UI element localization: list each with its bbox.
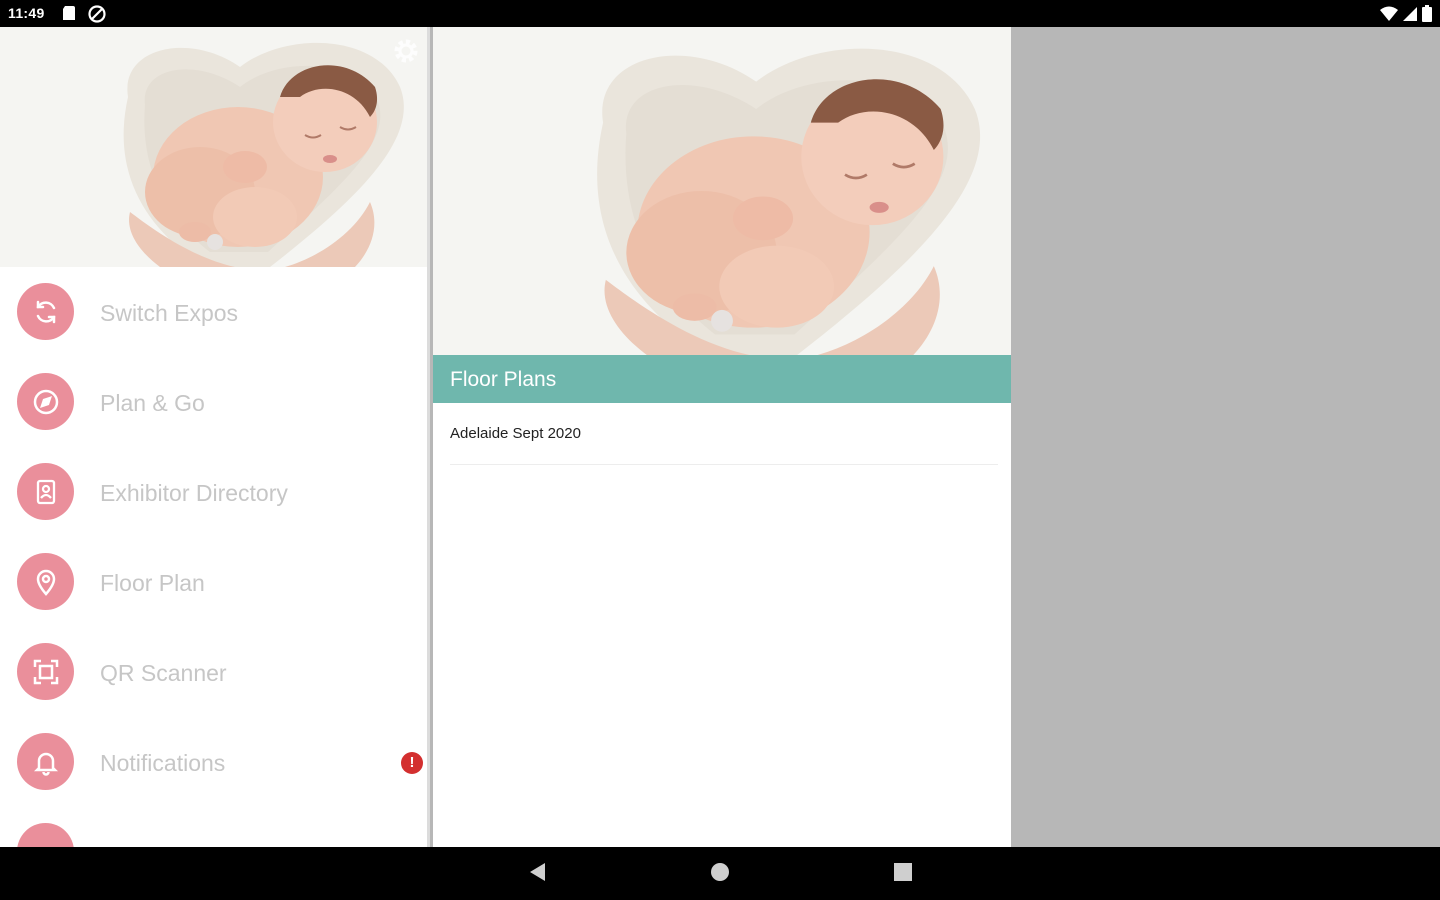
floor-plans-panel: Floor Plans Adelaide Sept 2020 [433, 27, 1011, 847]
menu-item-exhibitor-directory[interactable]: Exhibitor Directory [0, 447, 427, 537]
floor-plan-row[interactable]: Adelaide Sept 2020 [433, 403, 1011, 465]
bell-icon [17, 733, 74, 790]
contact-book-icon [17, 463, 74, 520]
home-circle-icon[interactable] [709, 861, 731, 888]
menu-item-floor-plan[interactable]: Floor Plan [0, 537, 427, 627]
menu-label: Exhibitor Directory [100, 480, 288, 506]
gear-icon[interactable] [392, 37, 420, 70]
status-right-icons [1380, 5, 1432, 27]
section-title: Floor Plans [450, 368, 557, 391]
battery-icon [1422, 5, 1432, 27]
menu-label: Notifications [100, 750, 226, 776]
qr-scan-icon [17, 643, 74, 700]
divider [450, 464, 998, 465]
notification-badge: ! [401, 752, 423, 774]
menu-item-partial[interactable] [0, 807, 427, 847]
refresh-icon [17, 283, 74, 340]
menu-label: Switch Expos [100, 300, 239, 326]
wifi-icon [1380, 6, 1398, 27]
menu-item-qr-scanner[interactable]: QR Scanner [0, 627, 427, 717]
menu-label: QR Scanner [100, 660, 227, 686]
system-nav-bar [0, 847, 1440, 900]
status-time: 11:49 [8, 5, 45, 21]
menu-label: Plan & Go [100, 390, 205, 416]
floor-plan-label: Adelaide Sept 2020 [450, 425, 581, 442]
menu-item-plan-and-go[interactable]: Plan & Go [0, 357, 427, 447]
recents-square-icon[interactable] [892, 861, 914, 888]
menu-label: Floor Plan [100, 570, 205, 596]
drawer-header-image [0, 27, 427, 267]
section-header: Floor Plans [433, 355, 1011, 403]
hero-image [433, 27, 1011, 355]
cellular-signal-icon [1402, 6, 1418, 27]
block-icon [88, 5, 106, 28]
compass-icon [17, 373, 74, 430]
menu-icon [17, 823, 74, 847]
menu-item-switch-expos[interactable]: Switch Expos [0, 267, 427, 357]
map-pin-icon [17, 553, 74, 610]
back-triangle-icon[interactable] [527, 861, 547, 888]
status-bar: 11:49 [0, 0, 1440, 27]
menu-item-notifications[interactable]: Notifications ! [0, 717, 427, 807]
sd-card-icon [62, 5, 76, 26]
navigation-drawer: Switch Expos Plan & Go Exhibitor Directo… [0, 27, 430, 847]
